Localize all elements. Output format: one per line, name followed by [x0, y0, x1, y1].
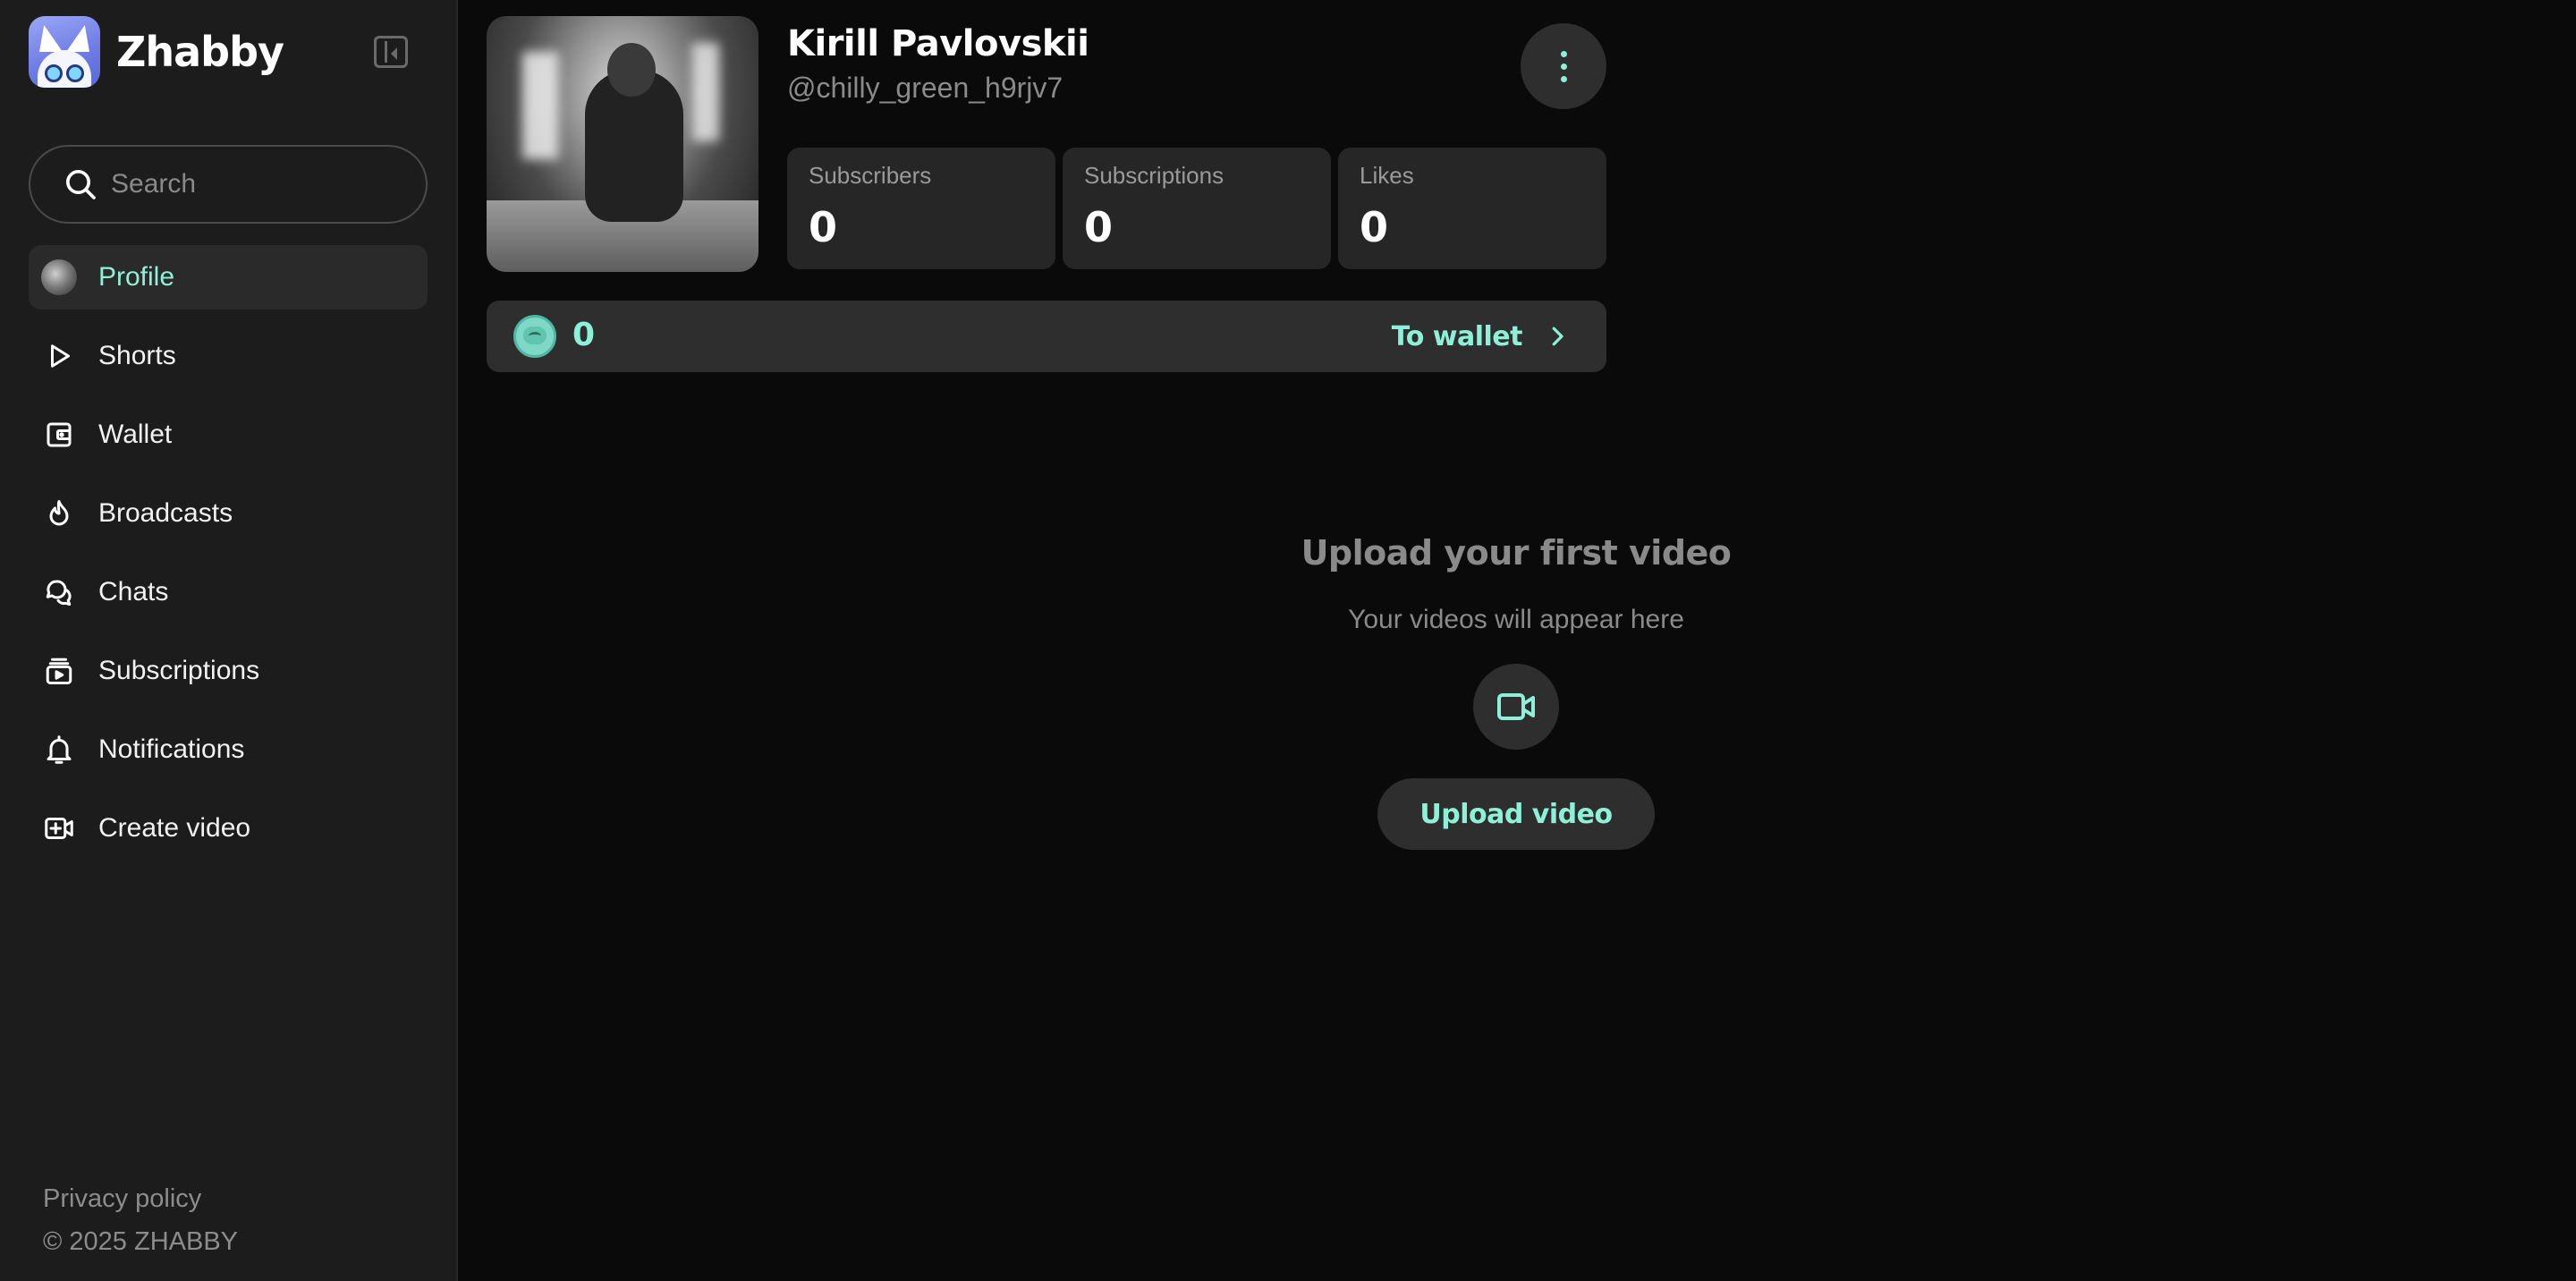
play-icon — [41, 338, 77, 374]
coin-icon — [513, 315, 556, 358]
sidebar-item-create-video[interactable]: Create video — [29, 796, 428, 861]
stat-subscriptions: Subscriptions 0 — [1063, 148, 1331, 269]
sidebar-item-chats[interactable]: Chats — [29, 560, 428, 624]
sidebar-item-label: Chats — [98, 577, 169, 607]
wallet-balance: 0 — [572, 317, 596, 353]
profile-name: Kirill Pavlovskii — [787, 23, 1089, 64]
sidebar: Zhabby Profile Shorts Wallet — [0, 0, 458, 1281]
stat-value: 0 — [809, 203, 838, 251]
more-options-button[interactable] — [1521, 23, 1606, 109]
sidebar-item-subscriptions[interactable]: Subscriptions — [29, 639, 428, 703]
flame-icon — [41, 496, 77, 531]
stat-label: Subscriptions — [1084, 162, 1224, 189]
search-input[interactable] — [111, 169, 406, 199]
upload-video-button[interactable]: Upload video — [1377, 778, 1655, 850]
sidebar-footer: Privacy policy © 2025 ZHABBY — [43, 1177, 238, 1263]
collapse-sidebar-icon[interactable] — [374, 36, 408, 68]
stat-value: 0 — [1084, 203, 1114, 251]
stat-likes: Likes 0 — [1338, 148, 1606, 269]
sidebar-item-label: Subscriptions — [98, 656, 260, 685]
empty-state-title: Upload your first video — [1301, 533, 1732, 573]
wallet-icon — [41, 417, 77, 453]
profile-photo[interactable] — [487, 16, 758, 272]
profile-avatar-icon — [41, 259, 77, 295]
stat-value: 0 — [1360, 203, 1389, 251]
logo[interactable]: Zhabby — [29, 16, 284, 88]
copyright-text: © 2025 ZHABBY — [43, 1227, 239, 1256]
sidebar-item-label: Broadcasts — [98, 498, 233, 528]
profile-handle: @chilly_green_h9rjv7 — [787, 72, 1063, 104]
sidebar-item-broadcasts[interactable]: Broadcasts — [29, 481, 428, 546]
chat-bubbles-icon — [41, 574, 77, 610]
video-camera-icon — [1473, 664, 1559, 750]
stat-label: Subscribers — [809, 162, 932, 189]
subscriptions-icon — [41, 653, 77, 689]
stat-subscribers: Subscribers 0 — [787, 148, 1055, 269]
more-vertical-icon — [1560, 50, 1567, 57]
add-video-icon — [41, 810, 77, 846]
chevron-right-icon — [1552, 327, 1563, 346]
bell-icon — [41, 732, 77, 768]
search-box[interactable] — [29, 145, 428, 224]
privacy-policy-link[interactable]: Privacy policy — [43, 1177, 238, 1220]
app-logo-icon — [29, 16, 100, 88]
sidebar-item-profile[interactable]: Profile — [29, 245, 428, 310]
search-icon — [66, 170, 96, 199]
empty-state-subtitle: Your videos will appear here — [1348, 605, 1684, 634]
sidebar-item-label: Create video — [98, 813, 251, 843]
sidebar-item-label: Profile — [98, 262, 175, 292]
sidebar-nav: Profile Shorts Wallet Broadcasts Chats S… — [29, 245, 428, 875]
stat-label: Likes — [1360, 162, 1414, 189]
sidebar-item-label: Wallet — [98, 420, 173, 449]
sidebar-item-shorts[interactable]: Shorts — [29, 324, 428, 388]
sidebar-item-wallet[interactable]: Wallet — [29, 403, 428, 467]
sidebar-item-label: Shorts — [98, 341, 176, 370]
to-wallet-label: To wallet — [1391, 320, 1523, 352]
sidebar-item-label: Notifications — [98, 734, 245, 764]
to-wallet-link[interactable]: To wallet — [1392, 301, 1571, 372]
wallet-bar[interactable]: 0 To wallet — [487, 301, 1606, 372]
sidebar-item-notifications[interactable]: Notifications — [29, 717, 428, 782]
app-name: Zhabby — [116, 28, 284, 76]
